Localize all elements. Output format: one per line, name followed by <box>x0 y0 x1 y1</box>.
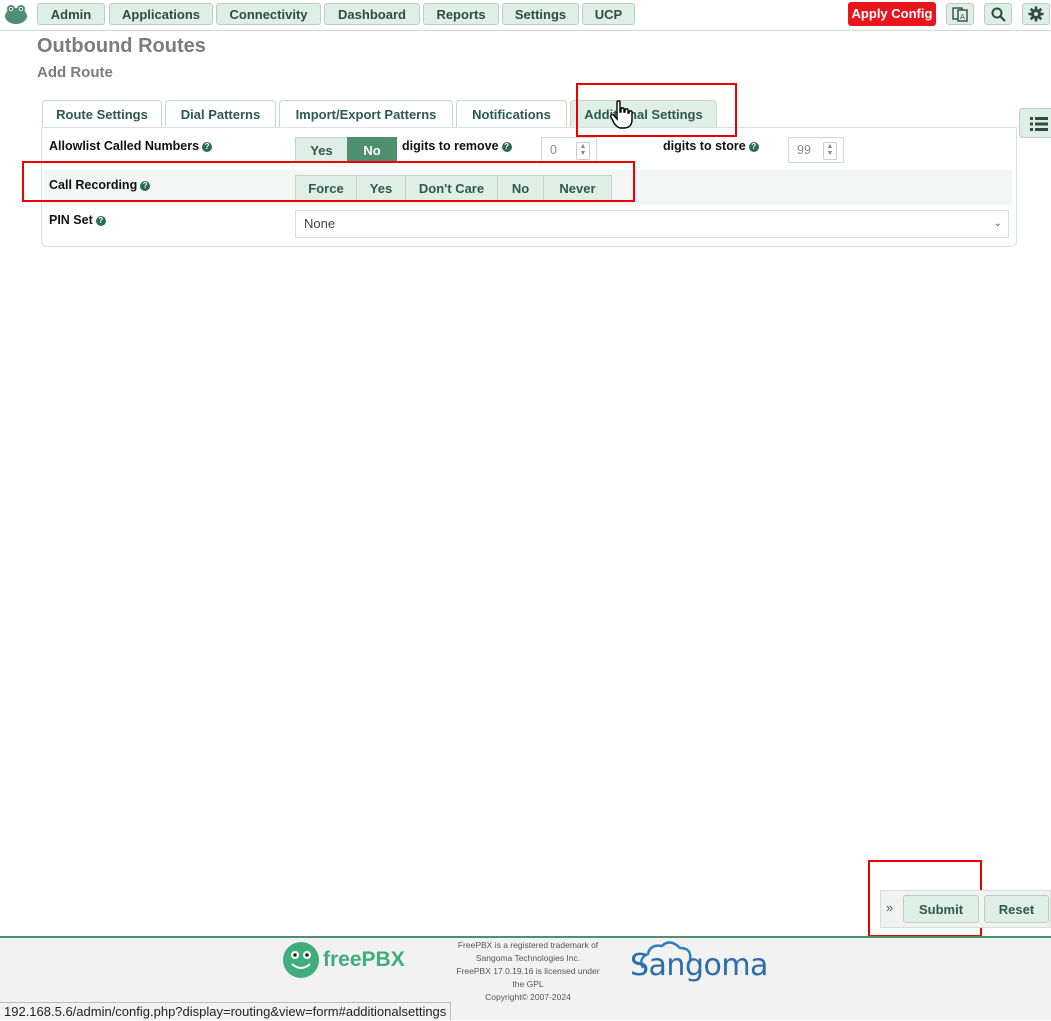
language-icon: A <box>952 7 968 22</box>
help-icon[interactable]: ? <box>95 215 106 226</box>
freepbx-frog-icon <box>283 942 319 978</box>
freepbx-logo-icon[interactable] <box>4 3 28 25</box>
nav-connectivity[interactable]: Connectivity <box>216 3 321 25</box>
allowlist-yes-option[interactable]: Yes <box>295 137 348 163</box>
status-bar-url: 192.168.5.6/admin/config.php?display=rou… <box>0 1002 452 1020</box>
highlight-box-recording <box>22 161 635 202</box>
sangoma-logo-text: Sangoma <box>630 948 768 983</box>
tab-import-export-patterns[interactable]: Import/Export Patterns <box>279 100 453 128</box>
tab-notifications[interactable]: Notifications <box>456 100 567 128</box>
nav-ucp[interactable]: UCP <box>582 3 635 25</box>
spinner-arrows-icon[interactable]: ▲ ▼ <box>823 142 837 160</box>
tab-dial-patterns[interactable]: Dial Patterns <box>165 100 276 128</box>
spinner-arrows-icon[interactable]: ▲ ▼ <box>576 142 590 160</box>
sidebar-toggle-button[interactable] <box>1019 108 1051 138</box>
hand-cursor-icon <box>610 100 633 129</box>
nav-settings[interactable]: Settings <box>502 3 579 25</box>
digits-remove-input[interactable]: 0 ▲ ▼ <box>541 137 597 163</box>
allowlist-label: Allowlist Called Numbers? <box>49 139 213 153</box>
submit-button[interactable]: Submit <box>903 895 979 923</box>
help-icon[interactable]: ? <box>202 141 213 152</box>
allowlist-no-option[interactable]: No <box>347 137 397 163</box>
footer-legal-text: FreePBX is a registered trademark of San… <box>456 940 600 1002</box>
search-icon <box>991 7 1006 22</box>
svg-text:A: A <box>960 13 965 21</box>
search-button[interactable] <box>984 3 1012 25</box>
chevron-down-icon: ⌄ <box>993 218 1002 229</box>
freepbx-footer-logo[interactable]: freePBX <box>282 941 412 981</box>
digits-remove-label: digits to remove? <box>402 139 512 153</box>
freepbx-logo-text: freePBX <box>323 948 405 971</box>
top-nav-bar: Admin Applications Connectivity Dashboar… <box>0 0 1051 31</box>
language-button[interactable]: A <box>946 3 974 25</box>
collapse-actions-icon[interactable]: » <box>886 900 893 915</box>
nav-reports[interactable]: Reports <box>423 3 499 25</box>
apply-config-button[interactable]: Apply Config <box>848 2 936 26</box>
nav-dashboard[interactable]: Dashboard <box>324 3 420 25</box>
sangoma-footer-logo[interactable]: Sangoma <box>630 940 785 986</box>
gear-icon <box>1028 6 1044 22</box>
help-icon[interactable]: ? <box>501 141 512 152</box>
digits-store-input[interactable]: 99 ▲ ▼ <box>788 137 844 163</box>
page-subtitle: Add Route <box>37 64 113 81</box>
reset-button[interactable]: Reset <box>984 895 1049 923</box>
pin-set-label: PIN Set? <box>49 213 106 227</box>
nav-applications[interactable]: Applications <box>109 3 213 25</box>
nav-admin[interactable]: Admin <box>37 3 105 25</box>
pin-set-select[interactable]: None ⌄ <box>295 210 1009 238</box>
digits-store-label: digits to store? <box>663 139 759 153</box>
page-title: Outbound Routes <box>37 35 206 57</box>
settings-button[interactable] <box>1022 3 1050 25</box>
highlight-box-tab <box>576 83 737 137</box>
tab-route-settings[interactable]: Route Settings <box>42 100 162 128</box>
list-icon <box>1030 117 1048 131</box>
help-icon[interactable]: ? <box>748 141 759 152</box>
